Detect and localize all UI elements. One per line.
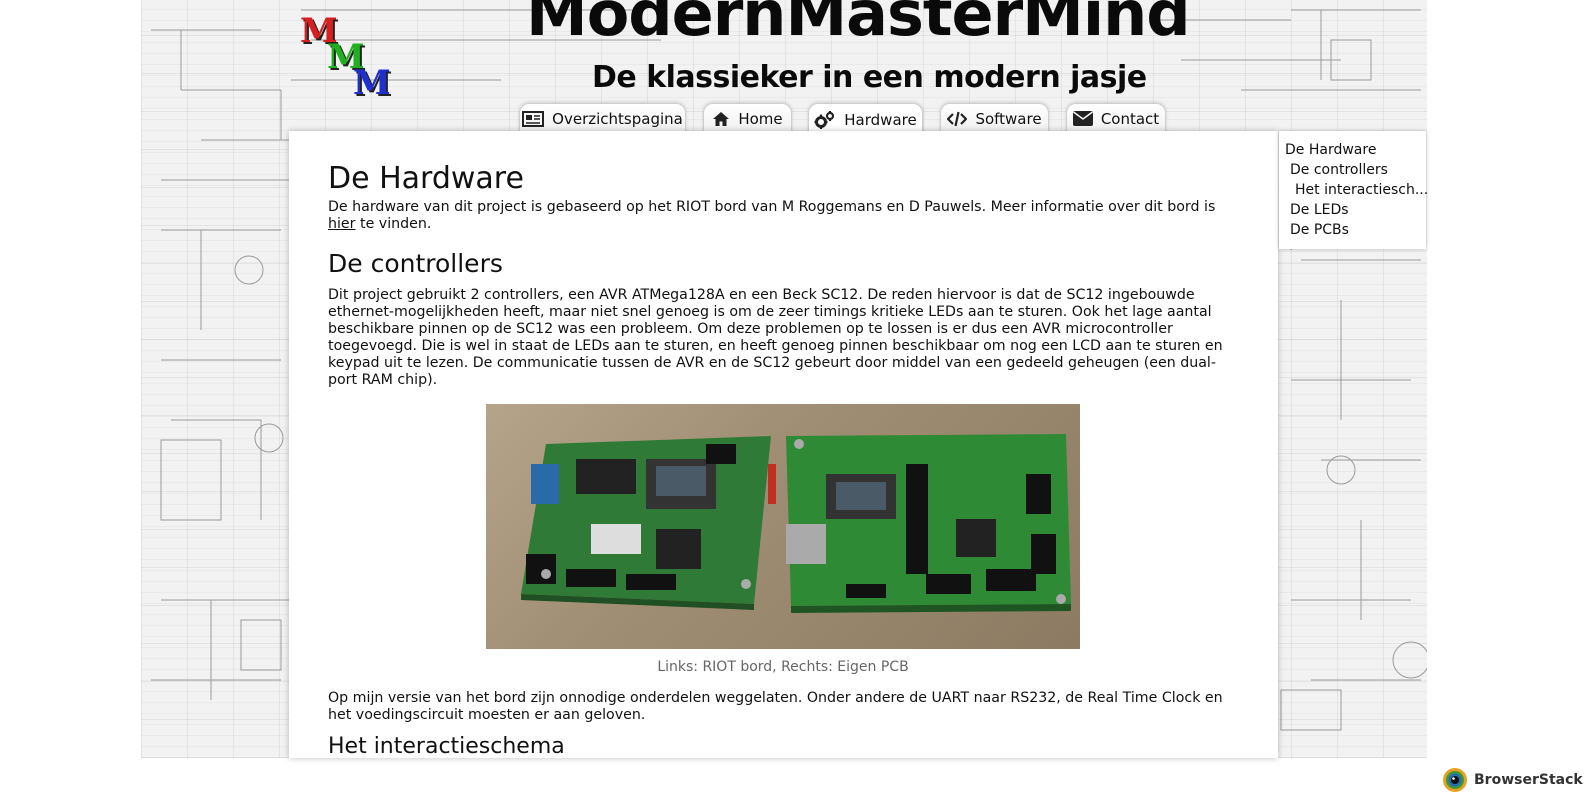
page-title: De Hardware: [328, 161, 524, 196]
tab-label: Home: [738, 109, 783, 128]
site-title[interactable]: ModernMasterMind: [526, 0, 1191, 45]
newspaper-icon: [522, 110, 545, 127]
browserstack-label: BrowserStack: [1474, 772, 1583, 788]
controllers-heading: De controllers: [328, 249, 503, 278]
site-logo[interactable]: M M M: [300, 14, 400, 104]
tab-overzichtspagina[interactable]: Overzichtspagina: [519, 103, 686, 133]
logo-letter-3: M: [353, 63, 391, 103]
version-paragraph: Op mijn versie van het bord zijn onnodig…: [328, 690, 1223, 723]
tab-label: Overzichtspagina: [552, 109, 683, 128]
article: De Hardware De hardware van dit project …: [328, 159, 1238, 758]
toc-item-de-hardware[interactable]: De Hardware: [1285, 141, 1376, 159]
intro-text-end: te vinden.: [355, 216, 432, 232]
toc-item-de-pcbs[interactable]: De PCBs: [1290, 221, 1349, 239]
tab-contact[interactable]: Contact: [1066, 103, 1166, 133]
tab-label: Contact: [1100, 109, 1160, 128]
tab-label: Hardware: [844, 110, 917, 129]
envelope-icon: [1072, 111, 1093, 126]
site-subtitle: De klassieker in een modern jasje: [592, 60, 1147, 95]
pcb-photo[interactable]: [486, 404, 1080, 649]
browserstack-badge[interactable]: BrowserStack: [1442, 766, 1583, 794]
toc-item-de-controllers[interactable]: De controllers: [1290, 161, 1388, 179]
pcb-photo-drawing: [521, 434, 1071, 613]
main-content-panel: De Hardware De hardware van dit project …: [289, 131, 1278, 758]
tab-home[interactable]: Home: [703, 103, 792, 133]
browserstack-logo-icon: [1443, 768, 1467, 792]
intro-paragraph: De hardware van dit project is gebaseerd…: [328, 199, 1238, 233]
tab-label: Software: [975, 109, 1042, 128]
interaction-heading: Het interactieschema: [328, 734, 565, 758]
gears-icon: [814, 110, 835, 129]
toc-item-het-interactieschema[interactable]: Het interactiesch...: [1295, 181, 1428, 199]
table-of-contents: De Hardware De controllers Het interacti…: [1279, 131, 1428, 249]
home-icon: [713, 111, 730, 126]
photo-caption: Links: RIOT bord, Rechts: Eigen PCB: [657, 659, 909, 675]
hier-link[interactable]: hier: [328, 216, 356, 232]
intro-text: De hardware van dit project is gebaseerd…: [328, 199, 1216, 215]
toc-item-de-leds[interactable]: De LEDs: [1290, 201, 1349, 219]
code-icon: [947, 111, 968, 126]
photo-figure: [328, 404, 1238, 653]
controllers-paragraph: Dit project gebruikt 2 controllers, een …: [328, 287, 1223, 388]
tab-software[interactable]: Software: [940, 103, 1049, 133]
